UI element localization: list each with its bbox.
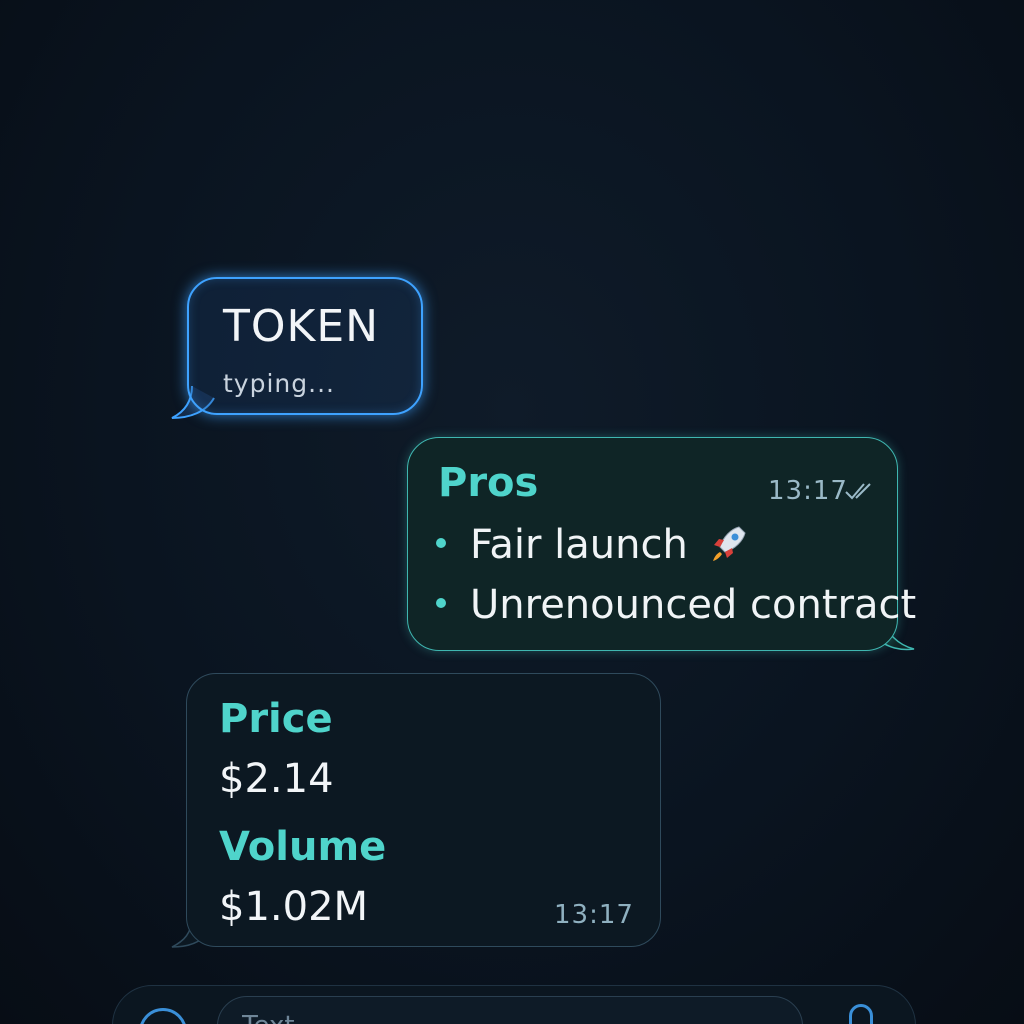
- rocket-icon: [712, 526, 746, 561]
- contact-name: TOKEN: [223, 301, 380, 352]
- list-item: Unrenounced contract: [436, 582, 916, 628]
- list-item-text: Unrenounced contract: [470, 582, 917, 628]
- message-title: Pros: [438, 460, 539, 506]
- typing-indicator-bubble: TOKEN typing...: [187, 277, 423, 415]
- list-item: Fair launch: [436, 522, 749, 568]
- emoji-icon[interactable]: [139, 1008, 187, 1024]
- bullet-icon: [436, 598, 446, 608]
- message-bubble-stats[interactable]: Price $2.14 Volume $1.02M 13:17: [186, 673, 661, 947]
- message-bubble-pros[interactable]: Pros 13:17 Fair launch Unrenounced contr…: [407, 437, 916, 651]
- chat-screen: TOKEN typing... Pros 13:17 Fair launch U…: [0, 0, 1024, 1024]
- message-timestamp: 13:17: [768, 476, 848, 506]
- double-check-icon: [845, 483, 871, 500]
- typing-status: typing...: [223, 369, 335, 398]
- message-input[interactable]: [217, 996, 803, 1024]
- volume-label: Volume: [219, 824, 387, 870]
- volume-value: $1.02M: [219, 884, 369, 930]
- microphone-icon[interactable]: [849, 1004, 873, 1024]
- message-timestamp: 13:17: [554, 900, 634, 930]
- price-label: Price: [219, 696, 333, 742]
- bullet-icon: [436, 538, 446, 548]
- list-item-text: Fair launch: [470, 522, 688, 568]
- message-input-bar: [112, 985, 916, 1024]
- price-value: $2.14: [219, 756, 334, 802]
